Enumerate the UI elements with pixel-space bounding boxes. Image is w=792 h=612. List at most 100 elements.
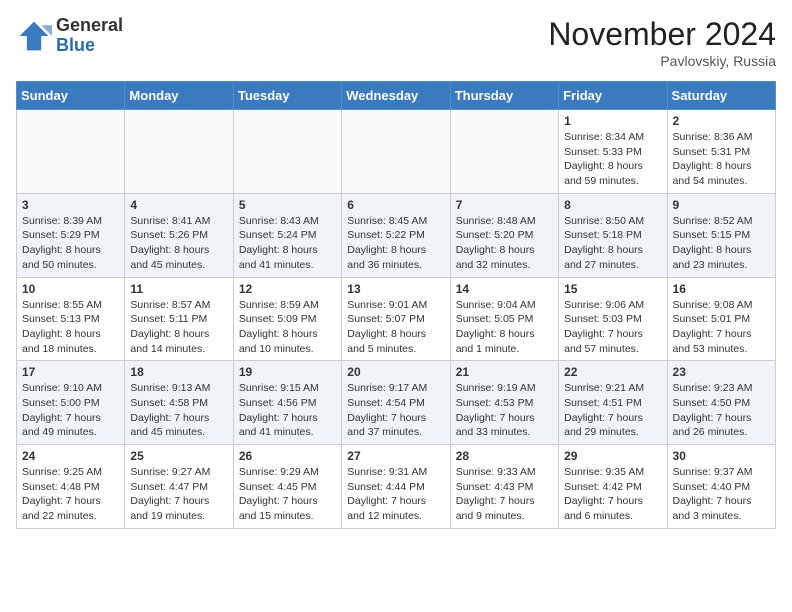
day-cell: 18 Sunrise: 9:13 AM Sunset: 4:58 PM Dayli… — [125, 361, 233, 445]
day-cell: 3 Sunrise: 8:39 AM Sunset: 5:29 PM Daylig… — [17, 193, 125, 277]
day-info: Sunrise: 8:48 AM Sunset: 5:20 PM Dayligh… — [456, 214, 553, 273]
day-number: 26 — [239, 449, 336, 463]
day-number: 15 — [564, 282, 661, 296]
week-row-2: 3 Sunrise: 8:39 AM Sunset: 5:29 PM Daylig… — [17, 193, 776, 277]
day-number: 4 — [130, 198, 227, 212]
day-number: 9 — [673, 198, 770, 212]
day-info: Sunrise: 8:45 AM Sunset: 5:22 PM Dayligh… — [347, 214, 444, 273]
day-info: Sunrise: 9:25 AM Sunset: 4:48 PM Dayligh… — [22, 465, 119, 524]
day-cell — [17, 110, 125, 194]
day-info: Sunrise: 9:10 AM Sunset: 5:00 PM Dayligh… — [22, 381, 119, 440]
day-cell: 1 Sunrise: 8:34 AM Sunset: 5:33 PM Daylig… — [559, 110, 667, 194]
weekday-header-wednesday: Wednesday — [342, 82, 450, 110]
day-info: Sunrise: 9:37 AM Sunset: 4:40 PM Dayligh… — [673, 465, 770, 524]
day-number: 14 — [456, 282, 553, 296]
day-number: 27 — [347, 449, 444, 463]
day-cell — [125, 110, 233, 194]
title-area: November 2024 Pavlovskiy, Russia — [548, 16, 776, 69]
day-info: Sunrise: 9:13 AM Sunset: 4:58 PM Dayligh… — [130, 381, 227, 440]
calendar: SundayMondayTuesdayWednesdayThursdayFrid… — [16, 81, 776, 529]
day-cell: 30 Sunrise: 9:37 AM Sunset: 4:40 PM Dayli… — [667, 445, 775, 529]
day-number: 17 — [22, 365, 119, 379]
day-number: 5 — [239, 198, 336, 212]
day-cell: 24 Sunrise: 9:25 AM Sunset: 4:48 PM Dayli… — [17, 445, 125, 529]
weekday-header-thursday: Thursday — [450, 82, 558, 110]
weekday-header-saturday: Saturday — [667, 82, 775, 110]
day-cell: 10 Sunrise: 8:55 AM Sunset: 5:13 PM Dayli… — [17, 277, 125, 361]
day-info: Sunrise: 9:29 AM Sunset: 4:45 PM Dayligh… — [239, 465, 336, 524]
day-cell: 4 Sunrise: 8:41 AM Sunset: 5:26 PM Daylig… — [125, 193, 233, 277]
day-info: Sunrise: 8:43 AM Sunset: 5:24 PM Dayligh… — [239, 214, 336, 273]
day-info: Sunrise: 8:50 AM Sunset: 5:18 PM Dayligh… — [564, 214, 661, 273]
week-row-5: 24 Sunrise: 9:25 AM Sunset: 4:48 PM Dayli… — [17, 445, 776, 529]
day-info: Sunrise: 8:41 AM Sunset: 5:26 PM Dayligh… — [130, 214, 227, 273]
day-number: 11 — [130, 282, 227, 296]
day-cell: 13 Sunrise: 9:01 AM Sunset: 5:07 PM Dayli… — [342, 277, 450, 361]
month-title: November 2024 — [548, 16, 776, 53]
day-info: Sunrise: 8:55 AM Sunset: 5:13 PM Dayligh… — [22, 298, 119, 357]
day-cell: 9 Sunrise: 8:52 AM Sunset: 5:15 PM Daylig… — [667, 193, 775, 277]
day-number: 24 — [22, 449, 119, 463]
day-cell: 12Sunrise: 8:59 AM Sunset: 5:09 PM Dayli… — [233, 277, 341, 361]
day-number: 23 — [673, 365, 770, 379]
location: Pavlovskiy, Russia — [548, 53, 776, 69]
day-cell: 17 Sunrise: 9:10 AM Sunset: 5:00 PM Dayli… — [17, 361, 125, 445]
day-info: Sunrise: 9:15 AM Sunset: 4:56 PM Dayligh… — [239, 381, 336, 440]
day-info: Sunrise: 8:52 AM Sunset: 5:15 PM Dayligh… — [673, 214, 770, 273]
day-info: Sunrise: 9:31 AM Sunset: 4:44 PM Dayligh… — [347, 465, 444, 524]
day-cell: 21Sunrise: 9:19 AM Sunset: 4:53 PM Dayli… — [450, 361, 558, 445]
day-info: Sunrise: 9:01 AM Sunset: 5:07 PM Dayligh… — [347, 298, 444, 357]
day-cell: 15 Sunrise: 9:06 AM Sunset: 5:03 PM Dayli… — [559, 277, 667, 361]
day-number: 18 — [130, 365, 227, 379]
day-number: 6 — [347, 198, 444, 212]
weekday-header-friday: Friday — [559, 82, 667, 110]
day-info: Sunrise: 9:23 AM Sunset: 4:50 PM Dayligh… — [673, 381, 770, 440]
day-info: Sunrise: 9:21 AM Sunset: 4:51 PM Dayligh… — [564, 381, 661, 440]
day-number: 29 — [564, 449, 661, 463]
day-cell: 7 Sunrise: 8:48 AM Sunset: 5:20 PM Daylig… — [450, 193, 558, 277]
day-info: Sunrise: 9:04 AM Sunset: 5:05 PM Dayligh… — [456, 298, 553, 357]
day-cell: 26 Sunrise: 9:29 AM Sunset: 4:45 PM Dayli… — [233, 445, 341, 529]
weekday-header-monday: Monday — [125, 82, 233, 110]
day-info: Sunrise: 8:57 AM Sunset: 5:11 PM Dayligh… — [130, 298, 227, 357]
day-info: Sunrise: 8:39 AM Sunset: 5:29 PM Dayligh… — [22, 214, 119, 273]
page-header: General Blue November 2024 Pavlovskiy, R… — [16, 16, 776, 69]
day-number: 19 — [239, 365, 336, 379]
day-cell: 8Sunrise: 8:50 AM Sunset: 5:18 PM Daylig… — [559, 193, 667, 277]
day-number: 7 — [456, 198, 553, 212]
day-info: Sunrise: 9:27 AM Sunset: 4:47 PM Dayligh… — [130, 465, 227, 524]
logo-text: General Blue — [56, 16, 123, 56]
day-cell: 6 Sunrise: 8:45 AM Sunset: 5:22 PM Daylig… — [342, 193, 450, 277]
day-info: Sunrise: 8:34 AM Sunset: 5:33 PM Dayligh… — [564, 130, 661, 189]
logo-icon — [16, 18, 52, 54]
day-cell: 14 Sunrise: 9:04 AM Sunset: 5:05 PM Dayli… — [450, 277, 558, 361]
weekday-header-sunday: Sunday — [17, 82, 125, 110]
day-info: Sunrise: 9:08 AM Sunset: 5:01 PM Dayligh… — [673, 298, 770, 357]
day-number: 25 — [130, 449, 227, 463]
day-info: Sunrise: 8:59 AM Sunset: 5:09 PM Dayligh… — [239, 298, 336, 357]
logo: General Blue — [16, 16, 123, 56]
day-number: 13 — [347, 282, 444, 296]
day-cell: 22 Sunrise: 9:21 AM Sunset: 4:51 PM Dayli… — [559, 361, 667, 445]
day-cell: 19 Sunrise: 9:15 AM Sunset: 4:56 PM Dayli… — [233, 361, 341, 445]
day-info: Sunrise: 9:33 AM Sunset: 4:43 PM Dayligh… — [456, 465, 553, 524]
day-number: 10 — [22, 282, 119, 296]
day-cell: 5 Sunrise: 8:43 AM Sunset: 5:24 PM Daylig… — [233, 193, 341, 277]
day-cell: 20Sunrise: 9:17 AM Sunset: 4:54 PM Dayli… — [342, 361, 450, 445]
day-number: 22 — [564, 365, 661, 379]
day-number: 20 — [347, 365, 444, 379]
day-cell: 28Sunrise: 9:33 AM Sunset: 4:43 PM Dayli… — [450, 445, 558, 529]
day-cell: 16Sunrise: 9:08 AM Sunset: 5:01 PM Dayli… — [667, 277, 775, 361]
weekday-header-row: SundayMondayTuesdayWednesdayThursdayFrid… — [17, 82, 776, 110]
day-number: 30 — [673, 449, 770, 463]
day-number: 21 — [456, 365, 553, 379]
day-number: 1 — [564, 114, 661, 128]
day-info: Sunrise: 9:06 AM Sunset: 5:03 PM Dayligh… — [564, 298, 661, 357]
day-cell: 29Sunrise: 9:35 AM Sunset: 4:42 PM Dayli… — [559, 445, 667, 529]
day-number: 3 — [22, 198, 119, 212]
day-cell: 25 Sunrise: 9:27 AM Sunset: 4:47 PM Dayli… — [125, 445, 233, 529]
day-number: 2 — [673, 114, 770, 128]
day-cell: 27 Sunrise: 9:31 AM Sunset: 4:44 PM Dayli… — [342, 445, 450, 529]
day-cell — [450, 110, 558, 194]
day-cell: 23 Sunrise: 9:23 AM Sunset: 4:50 PM Dayli… — [667, 361, 775, 445]
